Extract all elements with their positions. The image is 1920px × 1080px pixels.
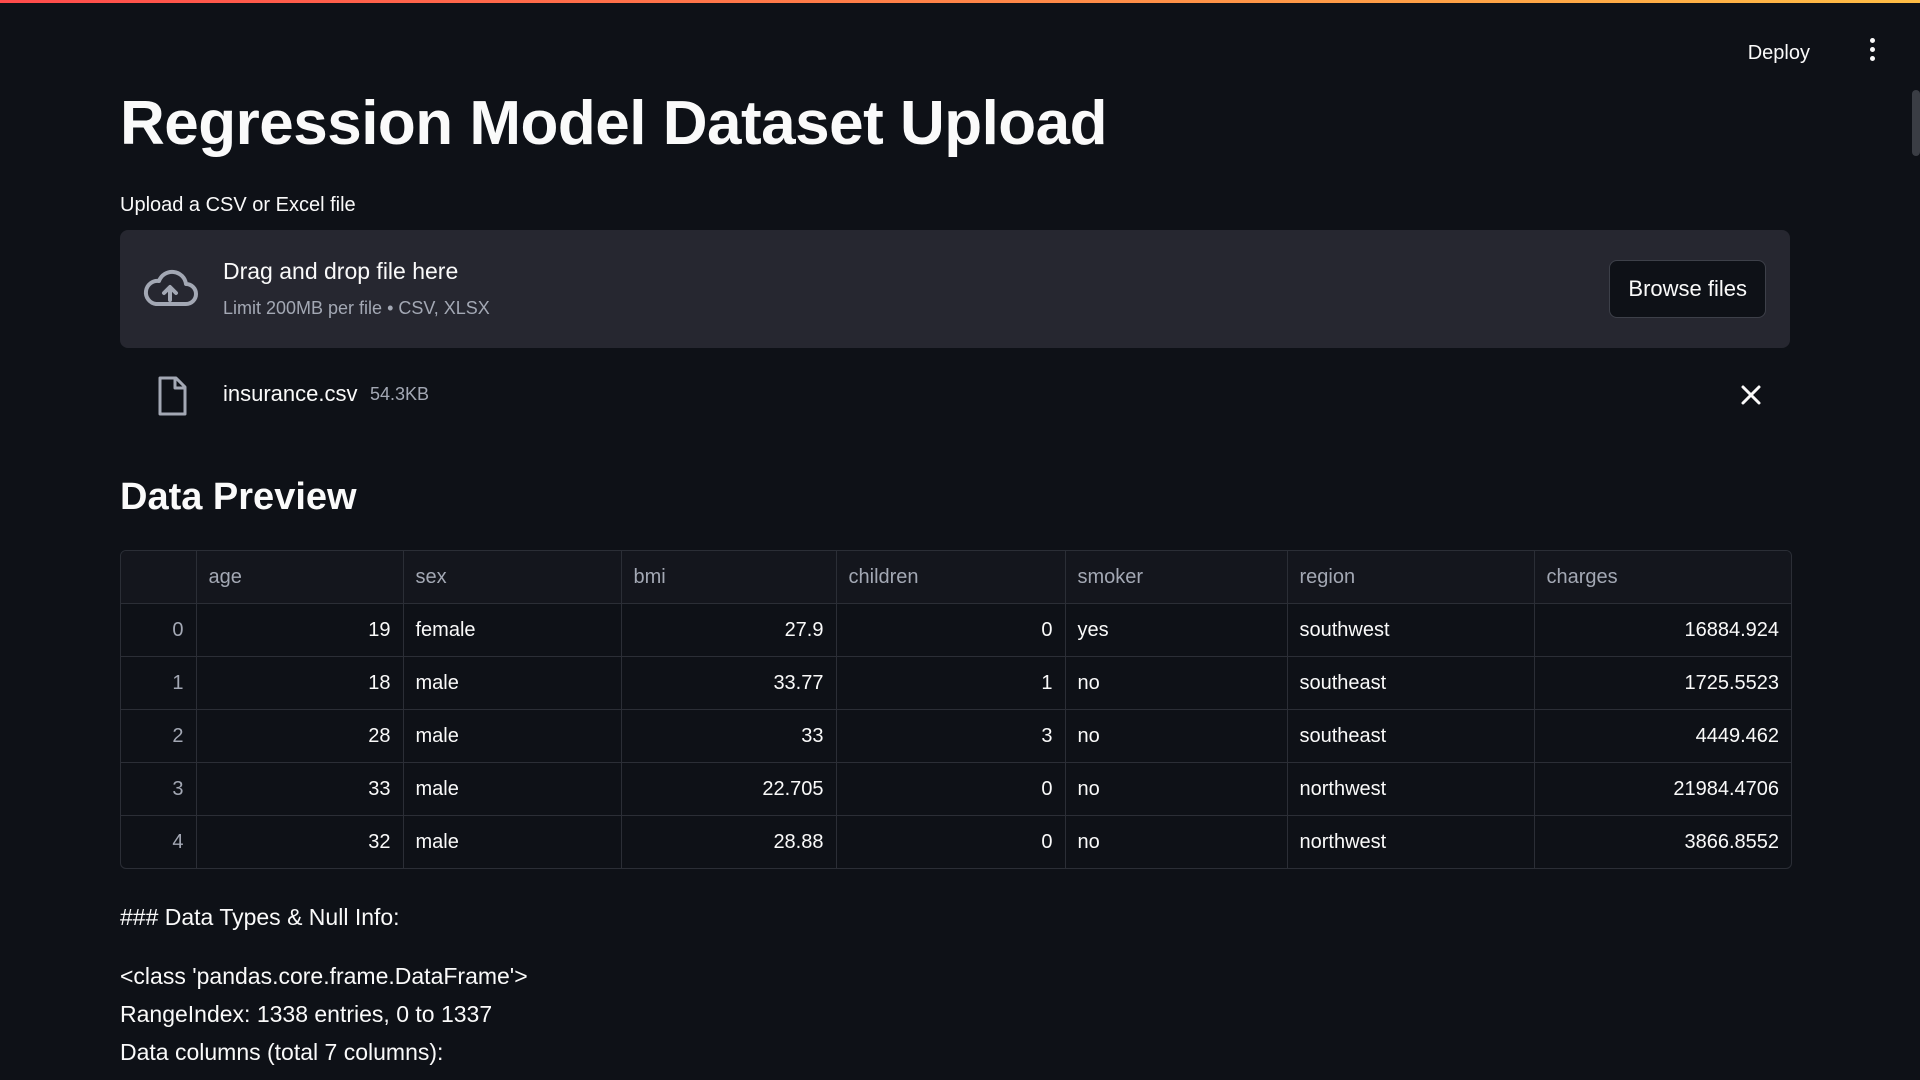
table-cell[interactable]: southwest: [1287, 603, 1535, 657]
data-info-line: <class 'pandas.core.frame.DataFrame'>: [120, 963, 528, 989]
table-cell[interactable]: 28.88: [621, 815, 837, 868]
row-index: 0: [121, 603, 197, 657]
row-index: 1: [121, 656, 197, 710]
table-cell[interactable]: 1725.5523: [1534, 656, 1791, 710]
uploaded-file-size: 54.3KB: [370, 384, 430, 404]
row-index: 2: [121, 709, 197, 763]
table-cell[interactable]: yes: [1065, 603, 1288, 657]
row-index: 4: [121, 815, 197, 868]
uploader-label: Upload a CSV or Excel file: [120, 194, 356, 216]
table-cell[interactable]: 0: [836, 603, 1066, 657]
deploy-button[interactable]: Deploy: [1734, 36, 1824, 71]
dropzone-subtitle: Limit 200MB per file • CSV, XLSX: [223, 298, 490, 318]
column-header[interactable]: age: [196, 551, 404, 604]
table-cell[interactable]: 3866.8552: [1534, 816, 1791, 869]
row-index: 3: [121, 762, 197, 816]
table-cell[interactable]: northwest: [1287, 815, 1535, 868]
table-cell[interactable]: 1: [836, 656, 1066, 710]
scrollbar[interactable]: [1912, 90, 1920, 156]
table-cell[interactable]: northwest: [1287, 762, 1535, 816]
table-cell[interactable]: male: [403, 815, 622, 868]
table-cell[interactable]: no: [1065, 656, 1288, 710]
data-info-line: RangeIndex: 1338 entries, 0 to 1337: [120, 1001, 493, 1027]
column-header[interactable]: children: [836, 551, 1066, 604]
column-header[interactable]: charges: [1534, 551, 1791, 604]
browse-files-button[interactable]: Browse files: [1609, 260, 1766, 318]
table-cell[interactable]: 28: [196, 709, 404, 763]
table-cell[interactable]: female: [403, 603, 622, 657]
column-header[interactable]: smoker: [1065, 551, 1288, 604]
table-cell[interactable]: 3: [836, 709, 1066, 763]
table-cell[interactable]: no: [1065, 762, 1288, 816]
table-cell[interactable]: no: [1065, 815, 1288, 868]
data-info-block: ### Data Types & Null Info: <class 'pand…: [120, 904, 528, 1071]
column-header[interactable]: [121, 551, 197, 604]
table-row: 3 33 male 22.705 0 no northwest 21984.47…: [121, 762, 1791, 816]
column-header[interactable]: bmi: [621, 551, 837, 604]
file-icon: [158, 376, 187, 416]
main-menu-icon[interactable]: [1860, 38, 1884, 68]
table-cell[interactable]: 32: [196, 815, 404, 868]
uploaded-file-row: insurance.csv 54.3KB: [120, 364, 1790, 428]
table-cell[interactable]: 4449.462: [1534, 709, 1791, 763]
data-info-line: Data columns (total 7 columns):: [120, 1039, 444, 1065]
uploaded-file-name: insurance.csv: [223, 381, 358, 406]
data-preview-heading: Data Preview: [120, 476, 357, 518]
table-cell[interactable]: 16884.924: [1534, 603, 1791, 657]
column-header[interactable]: sex: [403, 551, 622, 604]
table-cell[interactable]: 33: [621, 709, 837, 763]
table-cell[interactable]: 0: [836, 762, 1066, 816]
table-cell[interactable]: 33.77: [621, 656, 837, 710]
file-dropzone[interactable]: Drag and drop file here Limit 200MB per …: [120, 230, 1790, 348]
close-icon[interactable]: [1738, 382, 1764, 408]
table-cell[interactable]: no: [1065, 709, 1288, 763]
table-cell[interactable]: 27.9: [621, 603, 837, 657]
table-cell[interactable]: 18: [196, 656, 404, 710]
table-header-row: age sex bmi children smoker region charg…: [121, 551, 1791, 604]
table-cell[interactable]: 22.705: [621, 762, 837, 816]
table-cell[interactable]: male: [403, 656, 622, 710]
table-cell[interactable]: male: [403, 709, 622, 763]
table-cell[interactable]: southeast: [1287, 709, 1535, 763]
header-bar: Deploy: [0, 0, 1920, 90]
column-header[interactable]: region: [1287, 551, 1535, 604]
table-cell[interactable]: 21984.4706: [1534, 762, 1791, 816]
table-cell[interactable]: male: [403, 762, 622, 816]
table-row: 2 28 male 33 3 no southeast 4449.462: [121, 709, 1791, 763]
cloud-upload-icon: [143, 269, 198, 306]
table-cell[interactable]: 19: [196, 603, 404, 657]
page-title: Regression Model Dataset Upload: [120, 89, 1108, 158]
data-info-heading: ### Data Types & Null Info:: [120, 904, 400, 930]
table-cell[interactable]: 0: [836, 815, 1066, 868]
table-cell[interactable]: 33: [196, 762, 404, 816]
app-root: Deploy Regression Model Dataset Upload U…: [0, 0, 1920, 1080]
data-preview-table[interactable]: age sex bmi children smoker region charg…: [120, 550, 1792, 869]
table-cell[interactable]: southeast: [1287, 656, 1535, 710]
table-row: 4 32 male 28.88 0 no northwest 3866.8552: [121, 815, 1791, 869]
table-row: 1 18 male 33.77 1 no southeast 1725.5523: [121, 656, 1791, 710]
dropzone-title: Drag and drop file here: [223, 258, 459, 284]
table-row: 0 19 female 27.9 0 yes southwest 16884.9…: [121, 603, 1791, 657]
